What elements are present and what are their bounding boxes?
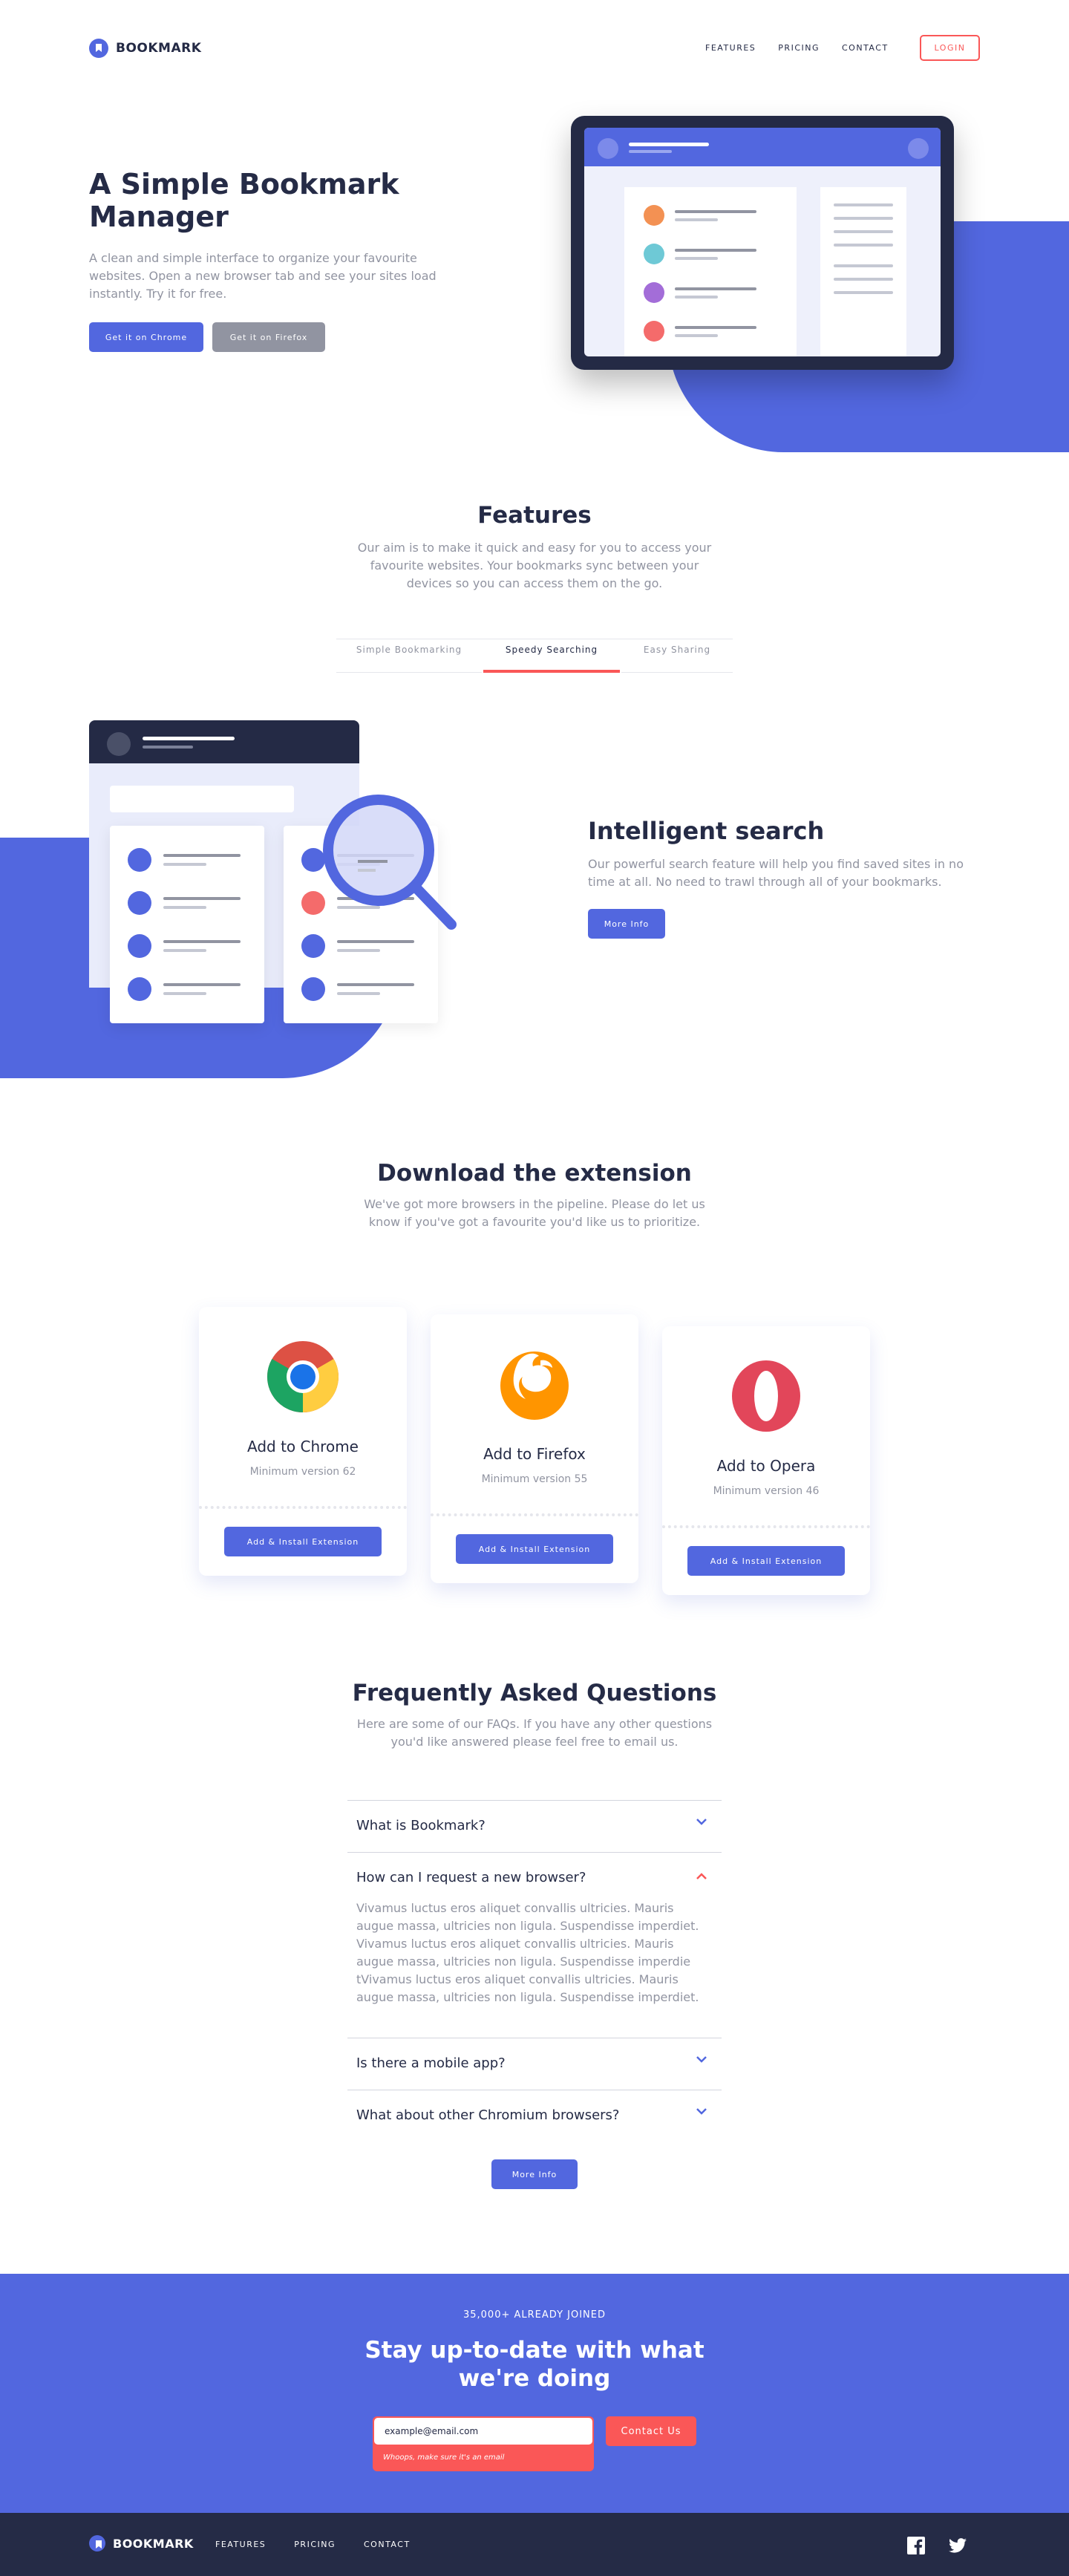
opera-card-version: Minimum version 46: [713, 1485, 820, 1497]
firefox-install-button[interactable]: Add & Install Extension: [456, 1534, 613, 1564]
feature-more-info-button[interactable]: More Info: [588, 909, 665, 939]
header-logo[interactable]: BOOKMARK: [89, 39, 201, 58]
tab-easy-sharing[interactable]: Easy Sharing: [621, 639, 733, 673]
chevron-up-icon: [696, 1873, 707, 1879]
chrome-card: Add to Chrome Minimum version 62 Add & I…: [199, 1307, 407, 1576]
magnifier-icon: [323, 795, 457, 930]
email-error-text: Whoops, make sure it's an email: [383, 2453, 505, 2462]
footer-nav-features[interactable]: FEATURES: [215, 2540, 266, 2549]
tab-simple-bookmarking[interactable]: Simple Bookmarking: [336, 639, 482, 673]
email-input[interactable]: [374, 2418, 592, 2445]
opera-install-button[interactable]: Add & Install Extension: [687, 1546, 845, 1576]
search-bar-mock: [110, 786, 294, 812]
get-chrome-button[interactable]: Get it on Chrome: [89, 322, 203, 352]
opera-logo-icon: [732, 1360, 800, 1432]
features-title: Features: [477, 502, 592, 529]
opera-card-title: Add to Opera: [716, 1457, 816, 1475]
chrome-card-version: Minimum version 62: [249, 1466, 356, 1478]
faq-answer: Vivamus luctus eros aliquet convallis ul…: [356, 1901, 699, 2004]
chrome-logo-icon: [267, 1341, 339, 1412]
avatar: [598, 138, 618, 159]
footer-brand-name: BOOKMARK: [113, 2536, 194, 2551]
nav-contact[interactable]: CONTACT: [842, 43, 889, 53]
login-button[interactable]: LOGIN: [920, 35, 980, 61]
nav-features[interactable]: FEATURES: [705, 43, 756, 53]
firefox-card: Add to Firefox Minimum version 55 Add & …: [431, 1314, 638, 1583]
email-field-wrapper: Whoops, make sure it's an email: [373, 2416, 594, 2471]
hero-text: A clean and simple interface to organize…: [89, 251, 437, 301]
footer-nav-pricing[interactable]: PRICING: [294, 2540, 336, 2549]
faq-question: How can I request a new browser?: [356, 1870, 586, 1885]
faq-more-info-button[interactable]: More Info: [491, 2159, 578, 2189]
bookmark-icon: [89, 39, 108, 58]
contact-us-button[interactable]: Contact Us: [606, 2416, 696, 2446]
faq-item-3[interactable]: Is there a mobile app?: [347, 2038, 722, 2090]
firefox-card-title: Add to Firefox: [483, 1445, 586, 1463]
firefox-logo-icon: [500, 1351, 569, 1420]
facebook-icon[interactable]: [907, 2537, 925, 2554]
faq-question: What is Bookmark?: [356, 1818, 486, 1833]
tablet-sidebar: [820, 187, 906, 356]
feature-text: Our powerful search feature will help yo…: [588, 857, 964, 889]
feature-title: Intelligent search: [588, 817, 825, 845]
chevron-down-icon: [696, 2108, 707, 2115]
opera-card: Add to Opera Minimum version 46 Add & In…: [662, 1326, 870, 1595]
nav-pricing[interactable]: PRICING: [778, 43, 820, 53]
faq-item-1[interactable]: What is Bookmark?: [347, 1800, 722, 1852]
hero-tablet-illustration: [571, 116, 954, 370]
faq-title: Frequently Asked Questions: [352, 1680, 717, 1706]
firefox-card-version: Minimum version 55: [481, 1473, 588, 1485]
faq-question: Is there a mobile app?: [356, 2055, 506, 2071]
download-text: We've got more browsers in the pipeline.…: [364, 1197, 705, 1229]
footer: BOOKMARK FEATURES PRICING CONTACT: [0, 2513, 1069, 2576]
faq-item-4[interactable]: What about other Chromium browsers?: [347, 2090, 722, 2142]
footer-nav: FEATURES PRICING CONTACT: [215, 2540, 411, 2549]
bookmark-icon: [89, 2535, 105, 2551]
twitter-icon[interactable]: [949, 2538, 967, 2553]
features-text: Our aim is to make it quick and easy for…: [357, 541, 712, 590]
faq-question: What about other Chromium browsers?: [356, 2107, 620, 2123]
newsletter-title: Stay up-to-date with what we're doing: [364, 2337, 705, 2392]
main-nav: FEATURES PRICING CONTACT: [705, 43, 889, 53]
chevron-down-icon: [696, 2056, 707, 2063]
get-firefox-button[interactable]: Get it on Firefox: [212, 322, 325, 352]
footer-nav-contact[interactable]: CONTACT: [364, 2540, 411, 2549]
tab-speedy-searching[interactable]: Speedy Searching: [483, 639, 620, 673]
chrome-card-title: Add to Chrome: [247, 1438, 359, 1455]
download-title: Download the extension: [377, 1160, 692, 1187]
faq-item-2[interactable]: How can I request a new browser? Vivamus…: [347, 1852, 722, 2038]
brand-name: BOOKMARK: [116, 41, 202, 56]
tablet-bookmark-list: [624, 187, 797, 356]
hero-title: A Simple Bookmark Manager: [89, 168, 399, 233]
newsletter-section: 35,000+ ALREADY JOINED Stay up-to-date w…: [0, 2274, 1069, 2513]
chrome-install-button[interactable]: Add & Install Extension: [224, 1527, 382, 1556]
faq-text: Here are some of our FAQs. If you have a…: [356, 1717, 713, 1749]
newsletter-kicker: 35,000+ ALREADY JOINED: [462, 2309, 606, 2321]
footer-logo[interactable]: BOOKMARK: [89, 2535, 194, 2551]
tablet-topbar: [584, 128, 941, 166]
chevron-down-icon: [696, 1819, 707, 1825]
